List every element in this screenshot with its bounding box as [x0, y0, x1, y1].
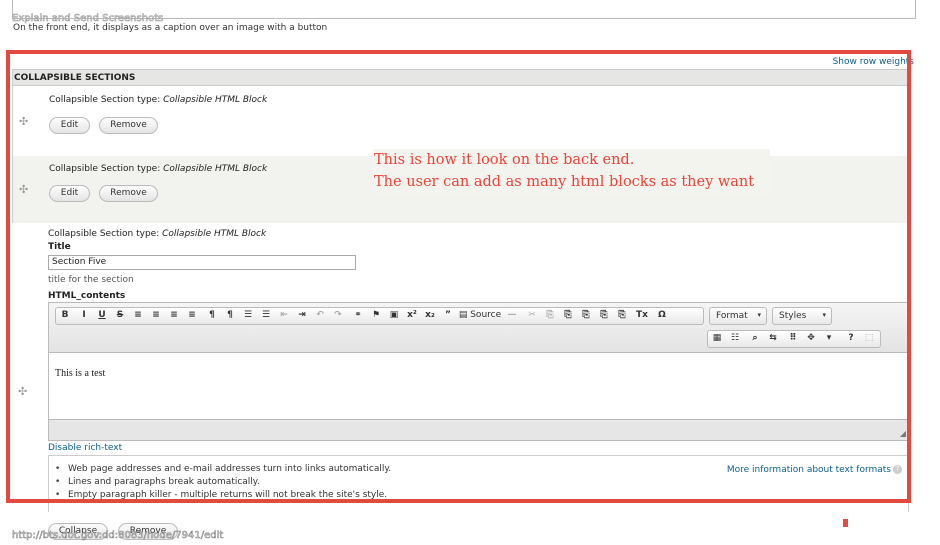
title-description: title for the section — [48, 275, 134, 285]
spellcheck-icon[interactable]: ▾ — [823, 333, 835, 343]
blockquote-icon[interactable]: ” — [442, 310, 454, 320]
title-input[interactable]: Section Five — [48, 255, 356, 270]
format-dropdown[interactable]: Format ▾ — [709, 307, 767, 325]
special-char-icon[interactable]: Ω — [656, 310, 668, 320]
subscript-icon[interactable]: x₂ — [424, 310, 436, 320]
image-icon[interactable]: ▣ — [388, 310, 400, 320]
toolbar-group-secondary: ▦ ☷ ⌕ ⇆ ⠿ ✥ ▾ ? ⬚ — [707, 330, 881, 348]
anchor-flag-icon[interactable]: ⚑ — [370, 310, 382, 320]
more-info-link[interactable]: More information about text formats? — [727, 465, 902, 475]
title-label: Title — [48, 242, 71, 252]
bulleted-list-icon[interactable]: ☰ — [242, 310, 254, 320]
help-icon: ? — [893, 465, 902, 474]
resize-handle-icon[interactable]: ◢ — [900, 429, 906, 438]
page-break-icon[interactable]: ⬚ — [863, 333, 875, 343]
numbered-list-icon[interactable]: ☰ — [260, 310, 272, 320]
align-center-icon[interactable]: ≡ — [150, 310, 162, 320]
drag-handle-icon[interactable]: ✣ — [18, 385, 27, 398]
show-blocks-icon[interactable]: ⠿ — [787, 333, 799, 343]
copy-icon[interactable]: ⎘ — [544, 310, 556, 320]
annotation-line: This is how it look on the back end. — [374, 152, 635, 168]
horizontal-rule-icon[interactable]: — — [506, 310, 518, 320]
dropdown-arrow-icon: ▾ — [757, 311, 761, 319]
editor-content-area[interactable]: This is a test — [49, 354, 908, 420]
section-type-line: Collapsible Section type: Collapsible HT… — [48, 229, 267, 239]
tips-list: Web page addresses and e-mail addresses … — [49, 463, 391, 502]
expanded-row-container: ✣ Collapsible Section type: Collapsible … — [12, 69, 910, 512]
strikethrough-icon[interactable]: S — [114, 310, 126, 320]
list-item: Web page addresses and e-mail addresses … — [49, 463, 391, 476]
italic-icon[interactable]: I — [78, 310, 90, 320]
paste-word-icon[interactable]: ⎘ — [598, 310, 610, 320]
editor-toolbar: B I U S ≡ ≡ ≡ ≡ ¶ ¶ ☰ ☰ ⇤ ⇥ ↶ ↷ ⚭ ⚑ ▣ x²… — [49, 303, 908, 353]
superscript-icon[interactable]: x² — [406, 310, 418, 320]
annotation-callout: This is how it look on the back end. The… — [373, 149, 770, 194]
annotation-line: The user can add as many html blocks as … — [374, 174, 755, 190]
rtl-icon[interactable]: ¶ — [224, 310, 236, 320]
list-item: Empty paragraph killer - multiple return… — [49, 489, 391, 502]
ltr-icon[interactable]: ¶ — [206, 310, 218, 320]
paste-icon[interactable]: ⎘ — [562, 310, 574, 320]
insert-row-icon[interactable]: ☷ — [729, 333, 741, 343]
remove-format-icon[interactable]: Tx — [636, 310, 648, 320]
annotation-marker — [843, 519, 848, 527]
bold-icon[interactable]: B — [59, 310, 71, 320]
maximize-icon[interactable]: ✥ — [805, 333, 817, 343]
text-format-tips: Web page addresses and e-mail addresses … — [48, 455, 909, 512]
disable-rich-text-link[interactable]: Disable rich-text — [48, 443, 122, 453]
show-row-weights-link[interactable]: Show row weights — [833, 57, 914, 67]
align-right-icon[interactable]: ≡ — [168, 310, 180, 320]
help-icon[interactable]: ? — [845, 333, 857, 343]
redo-icon[interactable]: ↷ — [332, 310, 344, 320]
undo-icon[interactable]: ↶ — [314, 310, 326, 320]
template-icon[interactable]: ⎘ — [616, 310, 628, 320]
toolbar-group-main: B I U S ≡ ≡ ≡ ≡ ¶ ¶ ☰ ☰ ⇤ ⇥ ↶ ↷ ⚭ ⚑ ▣ x²… — [55, 307, 704, 325]
replace-icon[interactable]: ⇆ — [767, 333, 779, 343]
rich-text-editor: B I U S ≡ ≡ ≡ ≡ ¶ ¶ ☰ ☰ ⇤ ⇥ ↶ ↷ ⚭ ⚑ ▣ x²… — [48, 302, 909, 441]
field-description: On the front end, it displays as a capti… — [13, 23, 328, 33]
styles-dropdown[interactable]: Styles ▾ — [772, 307, 832, 325]
justify-icon[interactable]: ≡ — [186, 310, 198, 320]
outdent-icon[interactable]: ⇤ — [278, 310, 290, 320]
align-left-icon[interactable]: ≡ — [132, 310, 144, 320]
paste-text-icon[interactable]: ⎘ — [580, 310, 592, 320]
cut-icon[interactable]: ✂ — [526, 310, 538, 320]
source-button[interactable]: ▤ Source — [458, 310, 502, 320]
indent-icon[interactable]: ⇥ — [296, 310, 308, 320]
dropdown-arrow-icon: ▾ — [822, 311, 826, 319]
find-icon[interactable]: ⌕ — [749, 333, 761, 343]
html-contents-label: HTML_contents — [48, 291, 126, 301]
list-item: Lines and paragraphs break automatically… — [49, 476, 391, 489]
status-bar-url: http://bts.dot.gov:dd:8083/node/7941/edi… — [12, 530, 224, 542]
underline-icon[interactable]: U — [96, 310, 108, 320]
editor-footer: ◢ — [49, 419, 908, 440]
table-icon[interactable]: ▦ — [711, 333, 723, 343]
link-icon[interactable]: ⚭ — [352, 310, 364, 320]
